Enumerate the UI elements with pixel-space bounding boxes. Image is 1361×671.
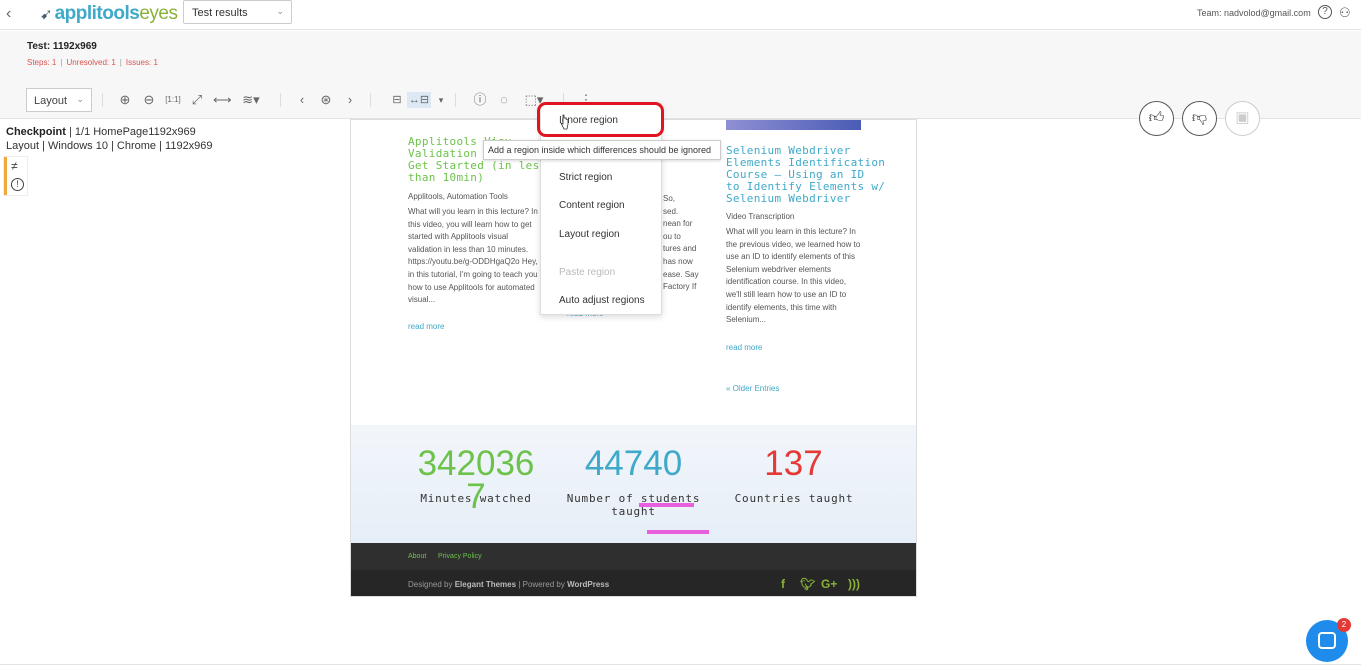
divider [102, 93, 103, 107]
back-arrow-icon[interactable]: ‹ [6, 6, 20, 22]
menu-item-content-region[interactable]: Content region [559, 200, 625, 211]
logo-mark-icon: ➹ [40, 6, 53, 23]
post3-title: Selenium Webdriver Elements Identificati… [726, 144, 886, 205]
footer-privacy-link: Privacy Policy [438, 553, 482, 560]
older-entries-link: « Older Entries [726, 384, 780, 393]
test-title: Test: 1192x969 [27, 41, 97, 52]
issue-icon[interactable]: ⓘ [472, 92, 488, 108]
toggle-view-icon[interactable]: ↔⊟ [407, 92, 431, 108]
footer-credits: Designed by Elegant Themes | Powered by … [351, 570, 916, 596]
facebook-icon: f [781, 577, 785, 591]
checkpoint-thumbnail[interactable]: ≠ ! [4, 157, 27, 195]
sync-icon[interactable]: ⊛ [318, 92, 334, 108]
stat-minutes-label: Minutes watched [420, 492, 532, 505]
thumbs-down-icon[interactable]: 👎︎ [1182, 101, 1217, 136]
team-label[interactable]: Team: nadvolod@gmail.com [1197, 8, 1311, 18]
view-select[interactable]: Test results ⌄ [183, 0, 292, 24]
view-select-value: Test results [192, 7, 248, 19]
chevron-down-icon: ⌄ [76, 94, 84, 104]
menu-item-paste-region: Paste region [559, 267, 616, 278]
post1-meta: Applitools, Automation Tools [408, 192, 508, 201]
divider [0, 664, 1361, 665]
stat-countries-label: Countries taught [734, 492, 854, 505]
annotation-highlight [537, 102, 664, 137]
fit-to-screen-icon[interactable]: ⤢ [189, 92, 205, 108]
previous-arrow-icon[interactable]: ‹ [294, 92, 310, 108]
divider [280, 93, 281, 107]
save-icon: ▣ [1225, 101, 1260, 136]
steps-count[interactable]: Steps: 1 [27, 58, 56, 67]
stats-section: 342036 7 Minutes watched 44740 Number of… [351, 425, 916, 543]
test-stats: Steps: 1 | Unresolved: 1 | Issues: 1 [27, 58, 158, 67]
post3-meta: Video Transcription [726, 212, 795, 221]
unresolved-count[interactable]: Unresolved: 1 [66, 58, 115, 67]
thumbs-up-icon[interactable]: 👍︎ [1139, 101, 1174, 136]
menu-item-auto-adjust-regions[interactable]: Auto adjust regions [559, 295, 645, 306]
menu-item-layout-region[interactable]: Layout region [559, 229, 620, 240]
match-level-select[interactable]: Layout ⌄ [26, 88, 92, 112]
fit-width-icon[interactable]: ⟷ [213, 92, 232, 108]
rss-icon: ))) [848, 577, 860, 591]
post2-fragments: So, sed. nean for ou to tures and has no… [663, 194, 699, 292]
chat-launcher[interactable]: 2 [1306, 618, 1351, 662]
post3-image [726, 120, 861, 130]
footer-links: About Privacy Policy [351, 543, 916, 570]
side-by-side-icon[interactable]: ⊟ [387, 92, 407, 108]
top-bar: ‹ ➹ applitools eyes Test results ⌄ Team:… [0, 0, 1361, 30]
diff-marker [647, 530, 709, 534]
checkpoint-title: Checkpoint | 1/1 HomePage1192x969 [6, 126, 196, 138]
stat-countries-value: 137 [764, 444, 823, 483]
divider [455, 93, 456, 107]
post1-body: What will you learn in this lecture? In … [408, 207, 538, 305]
mouse-cursor-icon [560, 114, 569, 130]
help-icon[interactable]: ? [1318, 5, 1332, 19]
zoom-in-icon[interactable]: ⊕ [117, 92, 133, 108]
post1-readmore: read more [408, 322, 445, 331]
user-settings-icon[interactable]: ⚇ [1339, 5, 1354, 20]
actual-size-icon[interactable]: [1:1] [165, 92, 181, 108]
issue-icon: ! [11, 178, 24, 191]
google-plus-icon: G+ [821, 577, 838, 591]
layers-icon[interactable]: ≋▾ [238, 92, 264, 108]
post3-readmore: read more [726, 343, 763, 352]
diff-marker [639, 503, 694, 507]
divider [370, 93, 371, 107]
post3-body: What will you learn in this lecture? In … [726, 227, 861, 325]
tooltip: Add a region inside which differences sh… [483, 140, 721, 160]
match-level-value: Layout [34, 95, 68, 107]
checkpoint-environment: Layout | Windows 10 | Chrome | 1192x969 [6, 140, 213, 152]
zoom-out-icon[interactable]: ⊖ [141, 92, 157, 108]
chat-badge: 2 [1337, 618, 1351, 632]
footer-credit: Designed by Elegant Themes | Powered by … [408, 580, 610, 589]
menu-item-strict-region[interactable]: Strict region [559, 172, 612, 183]
twitter-icon: 🐦︎ [800, 577, 816, 591]
stat-students-value: 44740 [584, 444, 683, 483]
next-arrow-icon[interactable]: › [342, 92, 358, 108]
applitools-logo[interactable]: ➹ applitools eyes [40, 3, 178, 25]
chat-icon [1318, 632, 1336, 649]
chevron-down-icon: ⌄ [276, 6, 284, 16]
footer-about-link: About [408, 553, 427, 560]
issues-count[interactable]: Issues: 1 [126, 58, 158, 67]
comment-icon[interactable]: ◌ [496, 92, 512, 108]
view-dropdown-icon[interactable]: ▾ [433, 92, 449, 108]
not-equal-icon: ≠ [11, 159, 18, 173]
